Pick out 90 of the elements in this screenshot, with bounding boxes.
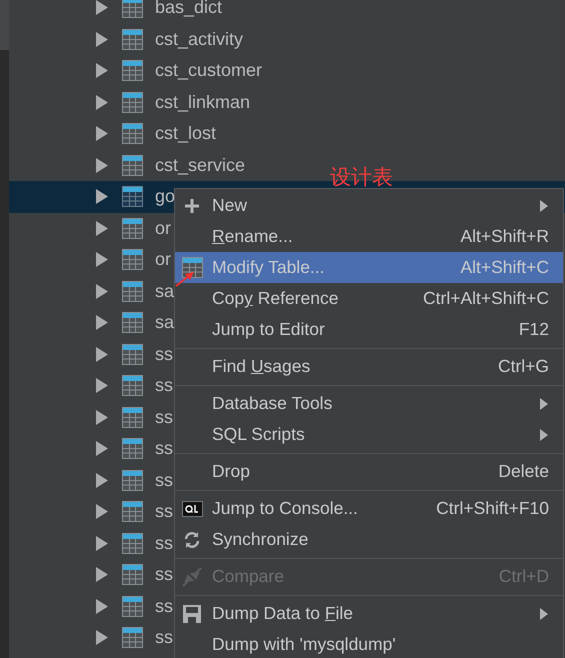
expand-arrow-icon xyxy=(96,189,108,204)
table-icon xyxy=(122,375,143,396)
table-icon xyxy=(122,501,143,522)
menu-item[interactable]: SQL Scripts xyxy=(175,419,563,450)
expand-arrow-icon xyxy=(96,252,108,268)
menu-item[interactable]: Dump with 'mysqldump' xyxy=(175,629,563,658)
table-icon xyxy=(122,470,143,491)
sync-icon xyxy=(183,530,201,548)
expand-arrow-icon xyxy=(96,94,108,110)
table-name: bas_dict xyxy=(155,0,222,20)
table-icon xyxy=(122,218,143,239)
table-name: cst_customer xyxy=(155,59,262,82)
menu-item[interactable]: Copy Reference Ctrl+Alt+Shift+C xyxy=(175,283,563,314)
table-icon xyxy=(122,92,143,113)
save-icon xyxy=(183,604,201,622)
table-name: cst_service xyxy=(155,154,246,177)
shortcut-text: Delete xyxy=(498,460,549,484)
expand-arrow-icon xyxy=(96,378,108,394)
shortcut-text: Ctrl+Shift+F10 xyxy=(436,497,549,520)
expand-arrow-icon xyxy=(96,630,108,646)
table-name: ss xyxy=(155,468,173,492)
table-name: ss xyxy=(155,594,173,618)
menu-item[interactable]: Dump Data to File xyxy=(175,598,563,629)
menu-item[interactable]: Synchronize xyxy=(175,524,563,555)
console-icon xyxy=(182,500,202,516)
expand-arrow-icon xyxy=(96,472,108,488)
table-name: ss xyxy=(155,563,173,586)
shortcut-text: Alt+Shift+R xyxy=(460,225,549,248)
shortcut-text: Ctrl+Alt+Shift+C xyxy=(423,287,549,310)
expand-arrow-icon xyxy=(96,126,108,142)
table-name: ss xyxy=(155,437,173,460)
table-name: cst_linkman xyxy=(155,90,250,114)
expand-arrow-icon xyxy=(96,0,108,16)
expand-arrow-icon xyxy=(96,598,108,614)
expand-arrow-icon xyxy=(96,567,108,582)
menu-item[interactable]: New xyxy=(175,190,563,221)
expand-arrow-icon xyxy=(96,220,108,236)
table-icon xyxy=(122,0,143,18)
table-icon xyxy=(122,438,143,460)
shortcut-text: Alt+Shift+C xyxy=(460,256,549,280)
expand-arrow-icon xyxy=(96,158,108,173)
expand-arrow-icon xyxy=(96,315,108,330)
menu-item[interactable]: Find Usages Ctrl+G xyxy=(175,351,563,382)
table-name: cst_lost xyxy=(155,122,216,146)
compare-icon xyxy=(182,566,202,586)
pointer-arrow xyxy=(175,272,194,287)
menu-item[interactable]: Drop Delete xyxy=(175,456,563,487)
table-icon xyxy=(182,257,202,278)
table-name: or xyxy=(155,216,172,240)
table-icon xyxy=(122,596,143,617)
annotation-text: 设计表 xyxy=(330,167,393,188)
table-icon xyxy=(122,344,143,365)
table-name: ss xyxy=(155,342,173,366)
menu-item[interactable]: Database Tools xyxy=(175,388,563,419)
table-name: go xyxy=(155,185,176,208)
expand-arrow-icon xyxy=(96,410,108,425)
shortcut-text: Ctrl+G xyxy=(498,355,549,378)
table-name: ss xyxy=(155,374,173,398)
table-icon xyxy=(122,627,143,648)
expand-arrow-icon xyxy=(96,536,108,551)
table-icon xyxy=(122,406,143,428)
menu-item[interactable]: Jump to Editor F12 xyxy=(175,314,563,345)
table-icon xyxy=(122,60,143,82)
table-icon xyxy=(122,123,143,144)
table-icon xyxy=(122,249,143,270)
shortcut-text: F12 xyxy=(518,318,549,342)
menu-item[interactable]: Jump to Console... Ctrl+Shift+F10 xyxy=(175,493,563,524)
table-name: cst_activity xyxy=(155,28,244,51)
table-icon xyxy=(122,564,143,586)
table-name: sa xyxy=(155,280,174,303)
table-name: or xyxy=(155,248,172,272)
table-name: sa xyxy=(155,311,174,334)
plus-icon xyxy=(184,198,200,214)
expand-arrow-icon xyxy=(96,32,108,47)
menu-item[interactable]: Rename... Alt+Shift+R xyxy=(175,221,563,252)
expand-arrow-icon xyxy=(96,63,108,78)
table-icon xyxy=(122,28,143,50)
table-icon xyxy=(122,312,143,334)
table-name: ss xyxy=(155,626,173,650)
expand-arrow-icon xyxy=(96,504,108,520)
table-icon xyxy=(122,186,143,208)
expand-arrow-icon xyxy=(96,284,108,299)
table-icon xyxy=(122,154,143,176)
expand-arrow-icon xyxy=(96,346,108,362)
table-icon xyxy=(122,280,143,302)
table-icon xyxy=(122,532,143,554)
expand-arrow-icon xyxy=(96,441,108,456)
table-name: ss xyxy=(155,406,173,429)
table-name: ss xyxy=(155,500,173,524)
table-name: ss xyxy=(155,532,173,555)
